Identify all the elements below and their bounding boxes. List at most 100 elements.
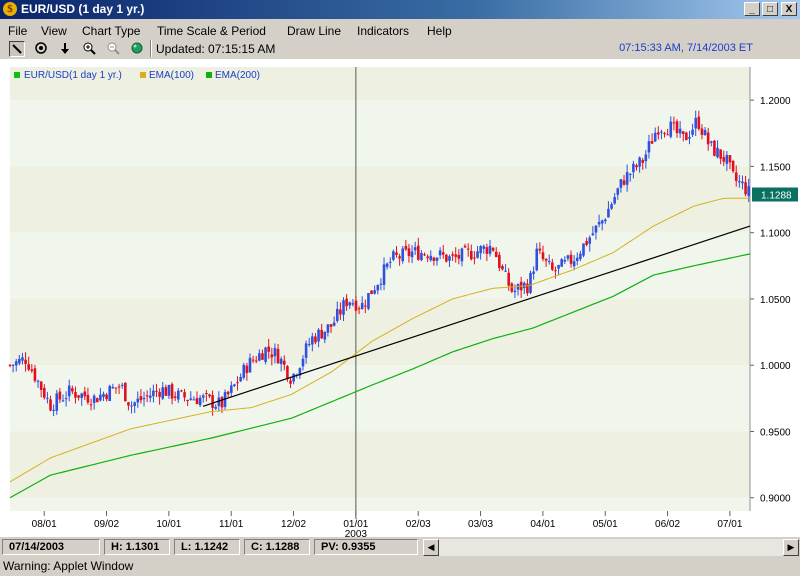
legend-ema200: EMA(200): [215, 70, 260, 81]
candle-body: [120, 384, 124, 386]
chart-area[interactable]: EUR/USD(1 day 1 yr.) EMA(100) EMA(200) 1…: [0, 59, 800, 540]
candle-body: [451, 254, 454, 256]
candle-body: [507, 272, 510, 286]
candle-body: [398, 256, 401, 259]
menu-draw-line[interactable]: Draw Line: [287, 24, 341, 38]
candle-body: [579, 253, 582, 260]
candle-body: [460, 248, 464, 262]
candle-body: [681, 131, 685, 134]
candle-body: [716, 147, 719, 158]
candle-body: [566, 255, 570, 259]
candle-body: [675, 121, 679, 134]
candle-body: [205, 393, 208, 395]
candle-body: [152, 390, 155, 397]
menu-view[interactable]: View: [41, 24, 67, 38]
candle-body: [597, 221, 601, 225]
target-icon[interactable]: [33, 41, 49, 57]
candle-body: [214, 406, 218, 409]
candle-body: [80, 393, 83, 399]
close-button[interactable]: X: [781, 2, 797, 16]
chart-band: [10, 100, 750, 167]
menu-time-scale[interactable]: Time Scale & Period: [157, 24, 266, 38]
candle-body: [526, 283, 529, 294]
candle-body: [286, 366, 289, 380]
scroll-right-icon[interactable]: ▶: [783, 539, 799, 556]
candle-body: [173, 396, 177, 398]
candle-body: [251, 359, 255, 361]
minimize-button[interactable]: _: [744, 2, 760, 16]
globe-icon[interactable]: [129, 41, 145, 57]
candle-body: [373, 290, 376, 294]
candle-body: [504, 270, 507, 272]
candle-body: [423, 254, 426, 256]
candle-body: [177, 390, 180, 400]
chart-band: [10, 298, 750, 366]
candle-body: [663, 133, 666, 135]
candle-body: [551, 262, 554, 270]
x-tick-label: 08/01: [32, 519, 57, 530]
candle-body: [71, 388, 74, 392]
candle-body: [279, 358, 283, 364]
window-title: EUR/USD (1 day 1 yr.): [21, 2, 145, 16]
horizontal-scrollbar[interactable]: ◀ ▶: [423, 539, 799, 556]
applet-warning: Warning: Applet Window: [3, 559, 134, 573]
candle-body: [270, 354, 274, 358]
price-chart[interactable]: EUR/USD(1 day 1 yr.) EMA(100) EMA(200) 1…: [0, 59, 800, 540]
candle-body: [382, 264, 386, 285]
candle-body: [594, 225, 598, 233]
candle-body: [479, 246, 482, 254]
candle-body: [744, 182, 747, 195]
candle-body: [311, 336, 314, 345]
candle-body: [55, 393, 59, 411]
candle-body: [709, 141, 713, 143]
candle-body: [669, 121, 673, 137]
candle-body: [650, 141, 654, 144]
candle-body: [254, 360, 258, 362]
menu-chart-type[interactable]: Chart Type: [82, 24, 140, 38]
candle-body: [133, 402, 136, 406]
candle-body: [105, 394, 108, 400]
scroll-left-icon[interactable]: ◀: [423, 539, 439, 556]
candle-body: [417, 245, 420, 260]
candle-body: [124, 382, 127, 402]
candle-body: [700, 128, 704, 135]
candle-body: [541, 252, 545, 260]
menu-help[interactable]: Help: [427, 24, 452, 38]
candle-body: [33, 368, 37, 381]
candle-body: [329, 324, 333, 327]
maximize-button[interactable]: □: [762, 2, 778, 16]
candle-body: [111, 387, 115, 389]
candle-body: [694, 117, 698, 129]
candle-body: [644, 154, 648, 162]
candle-body: [498, 254, 501, 269]
zoom-in-icon[interactable]: [81, 41, 97, 57]
y-tick-label: 0.9000: [760, 494, 791, 505]
arrow-down-icon[interactable]: [57, 41, 73, 57]
candle-body: [335, 308, 339, 322]
candle-body: [616, 188, 620, 195]
candle-body: [183, 392, 186, 398]
x-tick-label: 02/03: [406, 519, 431, 530]
candle-body: [532, 271, 535, 274]
candle-body: [239, 376, 242, 382]
candle-body: [276, 348, 280, 364]
candle-body: [145, 395, 149, 397]
candle-body: [569, 254, 573, 264]
chart-band: [10, 497, 750, 511]
candle-body: [102, 393, 105, 398]
x-tick-label: 12/02: [281, 519, 306, 530]
candle-body: [638, 157, 641, 167]
candle-body: [379, 283, 383, 285]
menu-file[interactable]: File: [8, 24, 27, 38]
candle-body: [388, 261, 392, 263]
candle-body: [21, 357, 24, 361]
candle-body: [99, 394, 102, 401]
zoom-out-icon[interactable]: [105, 41, 121, 57]
draw-line-icon[interactable]: [9, 41, 25, 57]
candle-body: [323, 331, 327, 340]
candle-body: [130, 405, 133, 407]
candle-body: [741, 181, 744, 184]
menu-indicators[interactable]: Indicators: [357, 24, 409, 38]
candle-body: [454, 254, 458, 257]
candle-body: [39, 381, 43, 390]
